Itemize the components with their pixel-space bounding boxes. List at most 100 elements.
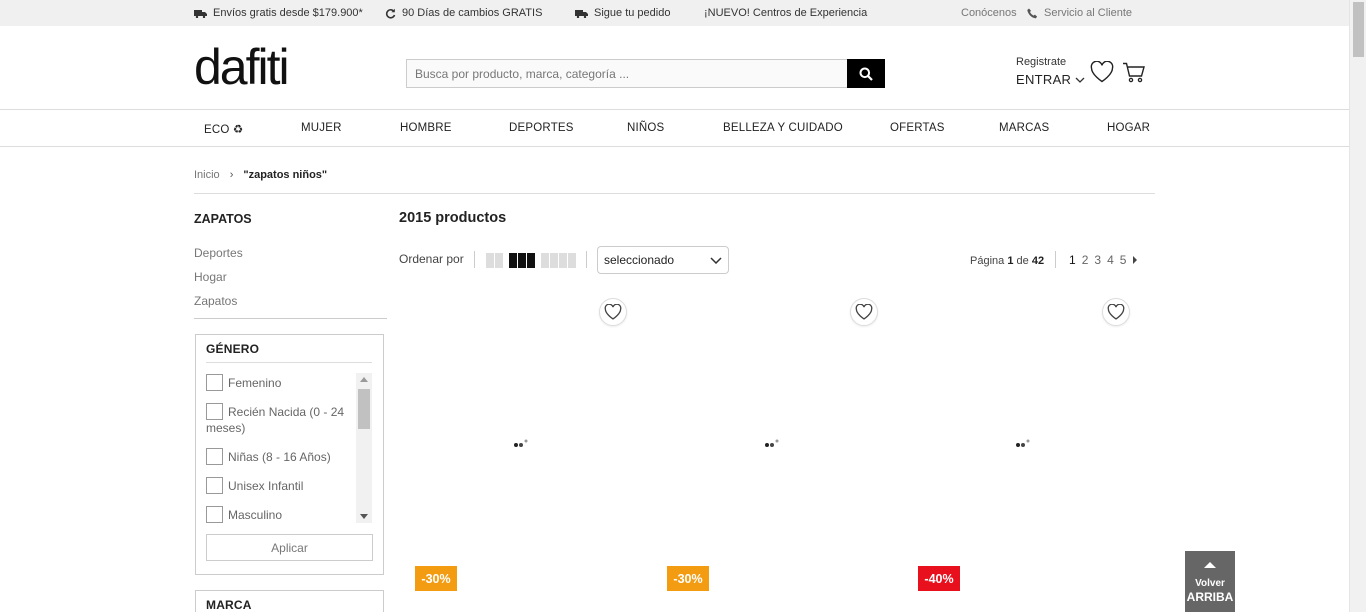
- about-link[interactable]: Conócenos: [961, 7, 1017, 19]
- brand-filter: MARCA: [195, 590, 384, 612]
- sort-select[interactable]: seleccionado: [597, 246, 729, 274]
- nav-item-mujer[interactable]: MUJER: [301, 122, 342, 134]
- track-order-link[interactable]: Sigue tu pedido: [575, 7, 670, 19]
- checkbox[interactable]: [206, 477, 223, 494]
- breadcrumb: Inicio › "zapatos niños": [194, 169, 327, 181]
- search-icon: [859, 67, 873, 81]
- page-link-2[interactable]: 2: [1082, 253, 1089, 267]
- filter-scrollbar[interactable]: [356, 373, 372, 523]
- site-header: dafiti Registrate ENTRAR: [0, 26, 1349, 110]
- gender-option-ninas[interactable]: Niñas (8 - 16 Años): [206, 448, 351, 465]
- about-text: Conócenos: [961, 7, 1017, 19]
- scroll-down-icon[interactable]: [360, 514, 368, 519]
- grid-3-columns-icon[interactable]: [509, 253, 535, 268]
- toolbar-divider: [1055, 251, 1056, 268]
- grid-2-columns-icon[interactable]: [486, 253, 503, 268]
- experience-centers-link[interactable]: ¡NUEVO! Centros de Experiencia: [704, 7, 867, 19]
- login-label: ENTRAR: [1016, 72, 1072, 87]
- grid-4-columns-icon[interactable]: [541, 253, 576, 268]
- nav-item-eco[interactable]: ECO ♻: [204, 122, 243, 136]
- heart-icon: [604, 304, 622, 320]
- page-link-4[interactable]: 4: [1107, 253, 1114, 267]
- category-link-zapatos[interactable]: Zapatos: [194, 294, 237, 308]
- back-to-top-line2: ARRIBA: [1186, 590, 1234, 604]
- checkbox[interactable]: [206, 403, 223, 420]
- sidebar-divider: [194, 318, 387, 319]
- track-order-text: Sigue tu pedido: [594, 7, 671, 19]
- add-to-wishlist-button[interactable]: [1102, 298, 1130, 326]
- nav-item-marcas[interactable]: MARCAS: [999, 122, 1049, 134]
- add-to-wishlist-button[interactable]: [850, 298, 878, 326]
- toolbar-divider: [474, 251, 475, 268]
- category-title: ZAPATOS: [194, 212, 252, 226]
- sort-selected-value: seleccionado: [604, 253, 675, 267]
- nav-item-belleza[interactable]: BELLEZA Y CUIDADO: [723, 122, 843, 134]
- nav-item-ninos[interactable]: NIÑOS: [627, 122, 664, 134]
- scroll-thumb[interactable]: [358, 389, 370, 429]
- wishlist-button[interactable]: [1090, 60, 1114, 86]
- nav-item-deportes[interactable]: DEPORTES: [509, 122, 574, 134]
- product-card[interactable]: -30%: [651, 296, 889, 612]
- dafiti-logo[interactable]: dafiti: [194, 42, 290, 92]
- page-link-3[interactable]: 3: [1094, 253, 1101, 267]
- option-label: Recién Nacida (0 - 24 meses): [206, 405, 345, 435]
- add-to-wishlist-button[interactable]: [599, 298, 627, 326]
- page-prefix: Página: [970, 255, 1005, 267]
- scroll-up-icon[interactable]: [360, 377, 368, 382]
- nav-item-ofertas[interactable]: OFERTAS: [890, 122, 945, 134]
- back-to-top-button[interactable]: Volver ARRIBA: [1185, 551, 1235, 612]
- cart-button[interactable]: [1122, 62, 1146, 86]
- loading-spinner-icon: [765, 439, 779, 447]
- gender-option-recien-nacida[interactable]: Recién Nacida (0 - 24 meses): [206, 403, 351, 436]
- page-current: 1: [1007, 255, 1014, 267]
- breadcrumb-home[interactable]: Inicio: [194, 169, 220, 181]
- page-link-1[interactable]: 1: [1069, 253, 1076, 267]
- gender-option-femenino[interactable]: Femenino: [206, 374, 351, 391]
- breadcrumb-separator: ›: [229, 169, 234, 181]
- heart-icon: [1107, 304, 1125, 320]
- gender-option-masculino[interactable]: Masculino: [206, 506, 351, 523]
- free-returns-link[interactable]: 90 Días de cambios GRATIS: [385, 7, 542, 19]
- heart-icon: [1090, 60, 1114, 83]
- checkbox[interactable]: [206, 448, 223, 465]
- breadcrumb-divider: [194, 193, 1155, 194]
- next-page-icon[interactable]: [1132, 256, 1138, 264]
- page-link-5[interactable]: 5: [1120, 253, 1127, 267]
- product-card[interactable]: -40%: [902, 296, 1140, 612]
- free-shipping-link[interactable]: Envíos gratis desde $179.900*: [194, 7, 363, 19]
- gender-option-unisex[interactable]: Unisex Infantil: [206, 477, 351, 494]
- search-input[interactable]: [406, 59, 847, 88]
- truck-icon: [575, 9, 588, 18]
- category-link-hogar[interactable]: Hogar: [194, 270, 227, 284]
- nav-item-hombre[interactable]: HOMBRE: [400, 122, 452, 134]
- experience-centers-text: ¡NUEVO! Centros de Experiencia: [704, 7, 868, 19]
- filter-title-divider: [206, 362, 372, 363]
- customer-service-text: Servicio al Cliente: [1044, 7, 1133, 19]
- page-of: de: [1016, 255, 1029, 267]
- page-scroll-thumb[interactable]: [1353, 2, 1364, 57]
- page-scrollbar[interactable]: [1349, 0, 1366, 612]
- main-nav: ECO ♻ MUJER HOMBRE DEPORTES NIÑOS BELLEZ…: [0, 110, 1349, 147]
- chevron-down-icon: [710, 256, 722, 264]
- apply-filter-button[interactable]: Aplicar: [206, 534, 373, 561]
- product-card[interactable]: -30%: [399, 296, 637, 612]
- option-label: Niñas (8 - 16 Años): [228, 450, 331, 464]
- heart-icon: [855, 304, 873, 320]
- discount-badge: -30%: [415, 566, 457, 591]
- search-button[interactable]: [847, 59, 885, 88]
- discount-badge: -30%: [667, 566, 709, 591]
- register-link[interactable]: Registrate: [1016, 56, 1066, 68]
- checkbox[interactable]: [206, 506, 223, 523]
- category-link-deportes[interactable]: Deportes: [194, 246, 243, 260]
- product-count: 2015 productos: [399, 210, 507, 226]
- brand-filter-title: MARCA: [206, 598, 252, 612]
- truck-icon: [194, 9, 207, 18]
- nav-item-hogar[interactable]: HOGAR: [1107, 122, 1150, 134]
- checkbox[interactable]: [206, 374, 223, 391]
- customer-service-link[interactable]: Servicio al Cliente: [1027, 7, 1132, 19]
- sort-label: Ordenar por: [399, 252, 464, 266]
- login-dropdown[interactable]: ENTRAR: [1016, 72, 1085, 87]
- cart-icon: [1123, 62, 1145, 83]
- toolbar-divider: [586, 251, 587, 268]
- chevron-down-icon: [1075, 77, 1085, 83]
